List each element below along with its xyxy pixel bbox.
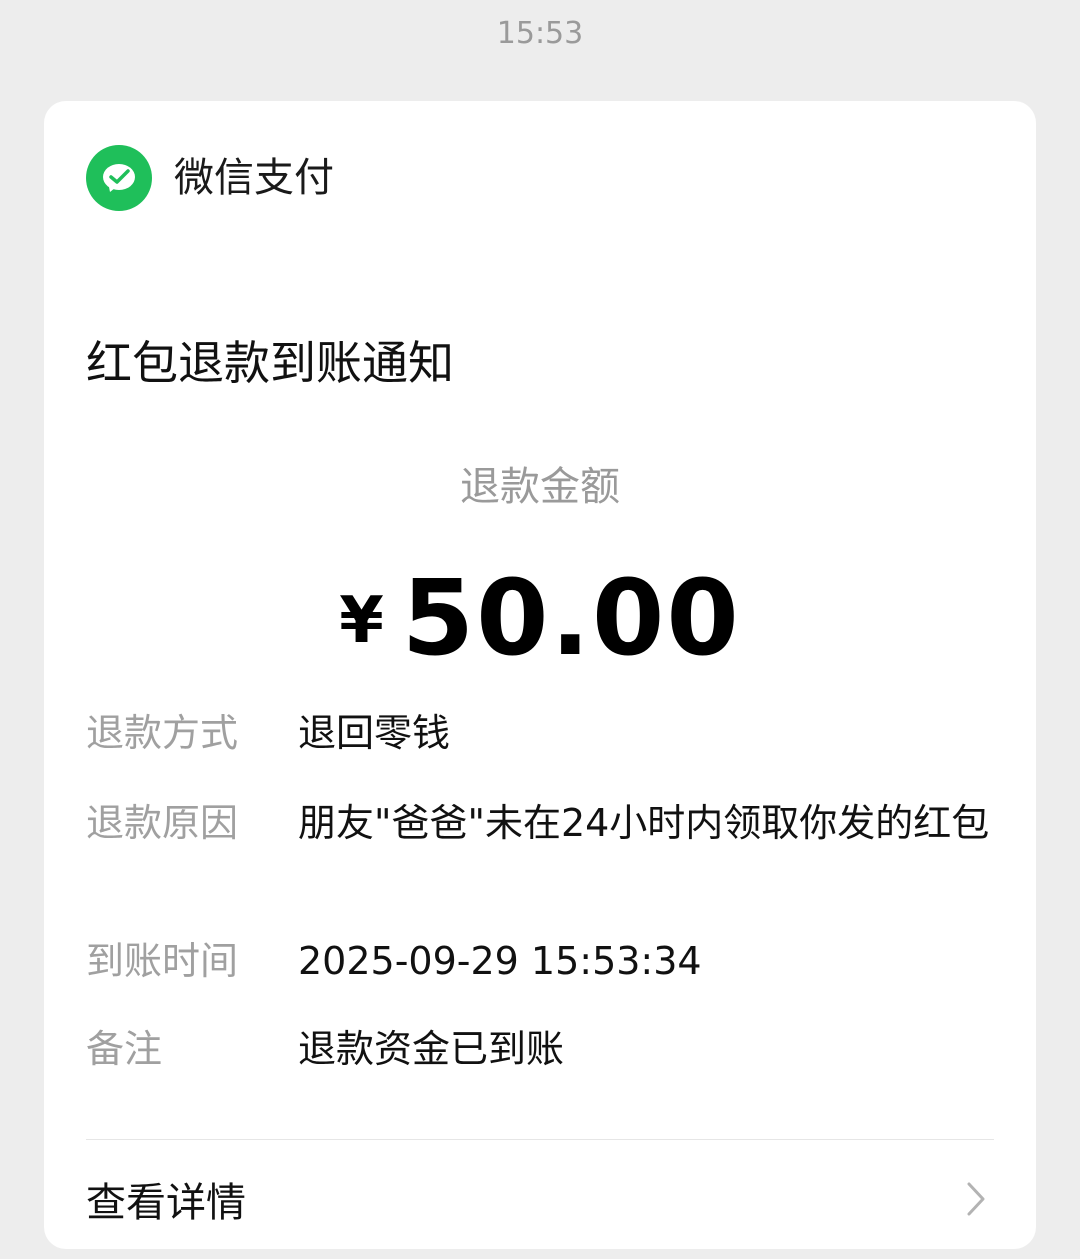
- detail-row-refund-reason: 退款原因 朋友"爸爸"未在24小时内领取你发的红包: [86, 799, 994, 847]
- refund-amount: ¥50.00: [44, 563, 1036, 704]
- view-details-link[interactable]: 查看详情: [86, 1167, 994, 1231]
- detail-label: 退款方式: [86, 711, 239, 755]
- amount-label: 退款金额: [460, 464, 620, 510]
- amount-value: 50.00: [401, 557, 741, 679]
- message-timestamp: 15:53: [496, 16, 584, 51]
- brand-name: 微信支付: [174, 155, 334, 201]
- wechat-pay-icon: [86, 145, 152, 211]
- view-details-label: 查看详情: [86, 1180, 246, 1226]
- detail-row-remark: 备注 退款资金已到账: [86, 1025, 994, 1073]
- detail-label: 到账时间: [86, 939, 239, 983]
- detail-value: 退款资金已到账: [298, 1027, 565, 1071]
- notice-title: 红包退款到账通知: [86, 336, 454, 390]
- chevron-right-icon: [958, 1167, 994, 1231]
- detail-label: 退款原因: [86, 801, 239, 845]
- detail-label: 备注: [86, 1027, 163, 1071]
- detail-row-arrival-time: 到账时间 2025-09-29 15:53:34: [86, 937, 994, 985]
- detail-value: 朋友"爸爸"未在24小时内领取你发的红包: [298, 801, 990, 845]
- brand-header: 微信支付: [86, 145, 334, 211]
- notification-card[interactable]: 微信支付 红包退款到账通知 退款金额 ¥50.00 退款方式 退回零钱 退款原因…: [44, 101, 1036, 1249]
- currency-symbol: ¥: [339, 584, 384, 658]
- detail-value: 退回零钱: [298, 711, 451, 755]
- detail-row-refund-method: 退款方式 退回零钱: [86, 709, 994, 757]
- detail-value: 2025-09-29 15:53:34: [298, 939, 702, 983]
- divider: [86, 1139, 994, 1140]
